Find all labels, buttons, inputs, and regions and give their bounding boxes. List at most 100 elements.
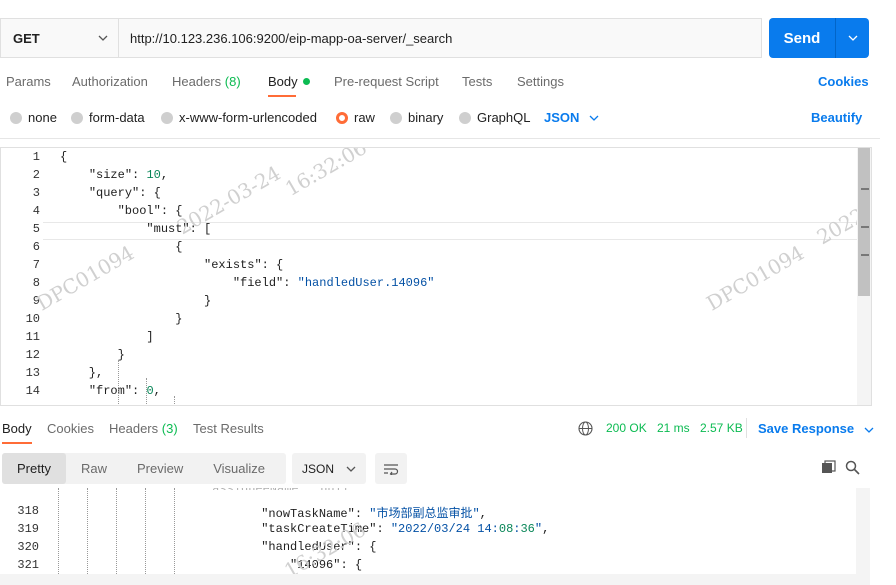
- url-input[interactable]: http://10.123.236.106:9200/eip-mapp-oa-s…: [119, 31, 452, 46]
- line-number: 321: [17, 558, 39, 572]
- request-body-editor[interactable]: 1{2 "size": 10, 3 "query": {4 "bool": {5 …: [0, 147, 872, 406]
- line-number: 3: [32, 186, 40, 200]
- chevron-down-icon: [848, 35, 857, 41]
- send-label: Send: [783, 29, 821, 47]
- response-tab-headers[interactable]: Headers (3): [109, 421, 178, 436]
- radio-label: binary: [408, 110, 444, 125]
- view-visualize[interactable]: Visualize: [198, 453, 280, 484]
- chevron-down-icon: [346, 466, 356, 472]
- indent-guide: [87, 488, 88, 574]
- radio-label: form-data: [89, 110, 145, 125]
- scroll-marker: [861, 226, 869, 228]
- scroll-marker: [861, 254, 869, 256]
- line-number: 11: [25, 330, 40, 344]
- indent-guide: [146, 378, 147, 405]
- divider: [0, 138, 880, 139]
- divider: [746, 418, 747, 438]
- tab-body[interactable]: Body: [268, 74, 310, 89]
- tab-params[interactable]: Params: [6, 74, 51, 89]
- method-label: GET: [13, 30, 40, 46]
- horizontal-scrollbar[interactable]: [0, 574, 870, 585]
- tab-prerequest[interactable]: Pre-request Script: [334, 74, 439, 89]
- code-line: }: [60, 348, 125, 362]
- radio-raw[interactable]: raw: [336, 110, 375, 125]
- response-tab-cookies[interactable]: Cookies: [47, 421, 94, 436]
- response-format-select[interactable]: JSON: [292, 453, 366, 484]
- method-select[interactable]: GET: [1, 19, 119, 57]
- body-indicator-dot: [302, 78, 310, 85]
- line-number: 8: [32, 276, 40, 290]
- active-tab-underline: [268, 95, 296, 97]
- tab-authorization[interactable]: Authorization: [72, 74, 148, 89]
- headers-count: (8): [224, 74, 241, 89]
- indent-guide: [118, 360, 119, 405]
- line-number: 319: [17, 522, 39, 536]
- radio-label: none: [28, 110, 57, 125]
- response-tab-test-results[interactable]: Test Results: [193, 421, 264, 436]
- code-line: }: [60, 294, 212, 308]
- radio-form-data[interactable]: form-data: [71, 110, 145, 125]
- line-number: 14: [25, 384, 40, 398]
- view-pretty[interactable]: Pretty: [2, 453, 66, 484]
- tab-headers[interactable]: Headers (8): [172, 74, 241, 89]
- radio-circle: [71, 111, 83, 124]
- response-time[interactable]: 21 ms: [657, 421, 690, 435]
- tab-body-label: Body: [268, 74, 298, 89]
- radio-binary[interactable]: binary: [390, 110, 443, 125]
- wrap-lines-button[interactable]: [375, 453, 407, 484]
- view-preview[interactable]: Preview: [122, 453, 198, 484]
- radio-label: x-www-form-urlencoded: [179, 110, 317, 125]
- response-headers-label: Headers: [109, 421, 159, 436]
- line-number: 2: [32, 168, 40, 182]
- response-body-viewer[interactable]: "assigneeName": null, 318 "nowTaskName":…: [0, 488, 872, 574]
- radio-label: GraphQL: [477, 110, 531, 125]
- tab-settings[interactable]: Settings: [517, 74, 564, 89]
- code-line: "query": {: [88, 186, 161, 200]
- code-line: "field": "handledUser.14096": [232, 276, 435, 290]
- line-number: 12: [25, 348, 40, 362]
- clipped-line: "assigneeName": null,: [205, 488, 356, 490]
- watermark: 16:32:06: [281, 147, 371, 201]
- copy-icon[interactable]: [821, 460, 836, 475]
- radio-none[interactable]: none: [10, 110, 57, 125]
- code-line: },: [60, 366, 104, 380]
- radio-graphql[interactable]: GraphQL: [459, 110, 530, 125]
- format-select[interactable]: JSON: [544, 110, 599, 125]
- search-icon[interactable]: [845, 460, 860, 475]
- code-line: "bool": {: [117, 204, 183, 218]
- save-response-label: Save Response: [758, 421, 855, 436]
- radio-circle: [390, 111, 402, 124]
- line-number: 7: [32, 258, 40, 272]
- chevron-down-icon: [864, 427, 874, 433]
- line-number: 318: [17, 504, 39, 518]
- editor-scrollbar[interactable]: [857, 148, 871, 405]
- status-code[interactable]: 200 OK: [606, 421, 647, 435]
- view-mode-segmented: Pretty Raw Preview Visualize: [2, 453, 286, 484]
- line-number: 6: [32, 240, 40, 254]
- response-size[interactable]: 2.57 KB: [700, 421, 743, 435]
- chevron-down-icon: [98, 35, 108, 41]
- send-options-button[interactable]: [836, 35, 869, 41]
- indent-guide: [145, 488, 146, 574]
- response-scrollbar[interactable]: [856, 488, 870, 574]
- globe-icon[interactable]: [578, 421, 593, 436]
- radio-label: raw: [354, 110, 375, 125]
- beautify-link[interactable]: Beautify: [811, 110, 862, 125]
- radio-urlencoded[interactable]: x-www-form-urlencoded: [161, 110, 317, 125]
- code-line: {: [60, 150, 68, 164]
- response-active-underline: [2, 442, 32, 444]
- response-format-label: JSON: [302, 461, 335, 476]
- line-number: 10: [25, 312, 40, 326]
- view-raw[interactable]: Raw: [66, 453, 122, 484]
- response-tab-body[interactable]: Body: [2, 421, 32, 436]
- radio-circle: [459, 111, 471, 124]
- tab-tests[interactable]: Tests: [462, 74, 492, 89]
- send-button[interactable]: Send: [769, 18, 869, 58]
- response-headers-count: (3): [161, 421, 178, 436]
- line-number: 1: [32, 150, 40, 164]
- cookies-link[interactable]: Cookies: [818, 74, 869, 89]
- save-response-button[interactable]: Save Response: [758, 421, 874, 436]
- scrollbar-thumb[interactable]: [858, 148, 870, 296]
- chevron-down-icon: [589, 115, 599, 121]
- radio-circle: [161, 111, 173, 124]
